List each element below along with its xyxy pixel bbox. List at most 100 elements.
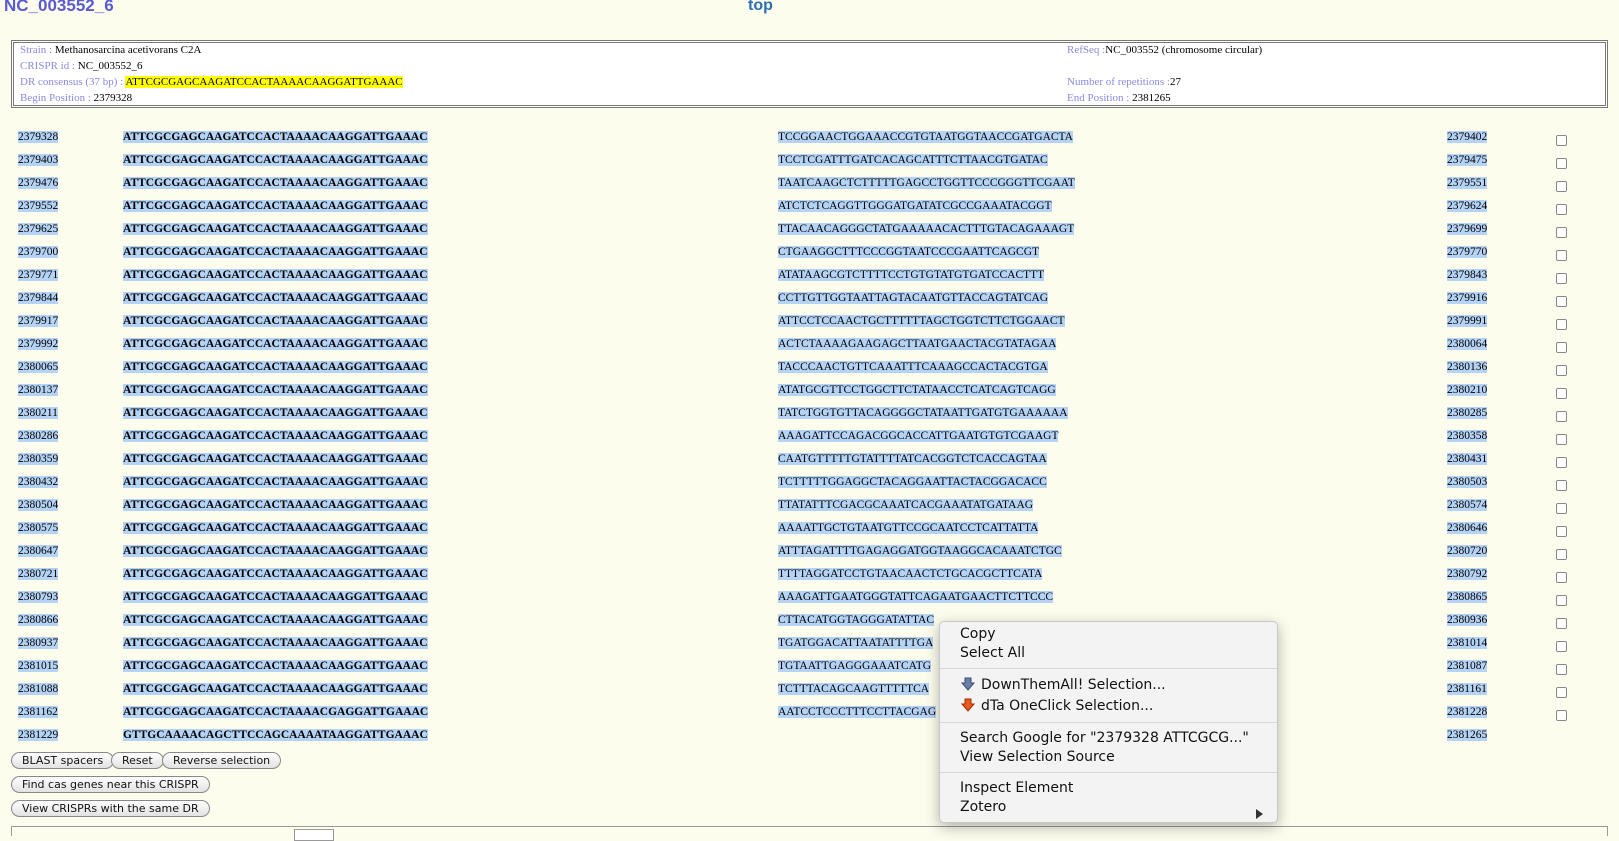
dr-sequence-cell: ATTCGCGAGCAAGATCCACTAAAACAAGGATTGAAAC (123, 154, 428, 166)
spacer-sequence-cell: TCTTTTTGGAGGCTACAGGAATTACTACGGACACC (778, 476, 1047, 488)
begin-position-cell: 2380937 (18, 637, 59, 649)
menu-item-search-google[interactable]: Search Google for "2379328 ATTCGCG..." (960, 730, 1249, 746)
table-row: 2379552 ATTCGCGAGCAAGATCCACTAAAACAAGGATTG… (0, 200, 1619, 223)
spacer-checkbox[interactable] (1556, 135, 1567, 146)
downthemall-icon (961, 677, 975, 691)
table-row: 2380793 ATTCGCGAGCAAGATCCACTAAAACAAGGATTG… (0, 591, 1619, 614)
menu-item-downthemall[interactable]: DownThemAll! Selection... (961, 677, 1166, 693)
dr-consensus-value: ATTCGCGAGCAAGATCCACTAAAACAAGGATTGAAAC (125, 76, 403, 88)
menu-item-copy[interactable]: Copy (960, 626, 996, 642)
spacer-checkbox[interactable] (1556, 250, 1567, 261)
dr-sequence-cell: ATTCGCGAGCAAGATCCACTAAAACAAGGATTGAAAC (123, 177, 428, 189)
table-row: 2379403 ATTCGCGAGCAAGATCCACTAAAACAAGGATTG… (0, 154, 1619, 177)
crispr-id-title: NC_003552_6 (4, 0, 114, 15)
spacer-checkbox[interactable] (1556, 664, 1567, 675)
table-row: 2380937 ATTCGCGAGCAAGATCCACTAAAACAAGGATTG… (0, 637, 1619, 660)
begin-position-cell: 2380721 (18, 568, 59, 580)
begin-position-cell: 2380286 (18, 430, 59, 442)
spacer-checkbox[interactable] (1556, 158, 1567, 169)
repetitions-field: Number of repetitions :27 (1067, 76, 1181, 88)
crispr-id-value: NC_003552_6 (77, 60, 143, 72)
end-position-cell: 2381265 (1447, 729, 1488, 741)
spacer-checkbox[interactable] (1556, 457, 1567, 468)
begin-position-label: Begin Position : (20, 92, 91, 104)
top-link[interactable]: top (748, 0, 773, 15)
spacer-sequence-cell: ACTCTAAAAGAAGAGCTTAATGAACTACGTATAGAA (778, 338, 1057, 350)
spacer-checkbox[interactable] (1556, 480, 1567, 491)
strain-label: Strain : (20, 44, 53, 56)
spacer-checkbox[interactable] (1556, 227, 1567, 238)
spacer-checkbox[interactable] (1556, 319, 1567, 330)
spacer-checkbox[interactable] (1556, 503, 1567, 514)
end-position-cell: 2379624 (1447, 200, 1488, 212)
spacer-sequence-cell: CCTTGTTGGTAATTAGTACAATGTTACCAGTATCAG (778, 292, 1049, 304)
end-position-value: 2381265 (1132, 92, 1171, 104)
crispr-id-label: CRISPR id : (20, 60, 76, 72)
end-position-cell: 2381014 (1447, 637, 1488, 649)
spacer-sequence-cell: TACCCAACTGTTCAAATTTCAAAGCCACTACGTGA (778, 361, 1048, 373)
find-cas-genes-button[interactable]: Find cas genes near this CRISPR (11, 776, 210, 793)
spacer-checkbox[interactable] (1556, 296, 1567, 307)
spacer-checkbox[interactable] (1556, 204, 1567, 215)
spacer-checkbox[interactable] (1556, 434, 1567, 445)
menu-item-select-all[interactable]: Select All (960, 645, 1025, 661)
spacer-checkbox[interactable] (1556, 342, 1567, 353)
spacer-checkbox[interactable] (1556, 618, 1567, 629)
table-row: 2380575 ATTCGCGAGCAAGATCCACTAAAACAAGGATTG… (0, 522, 1619, 545)
begin-position-cell: 2381229 (18, 729, 59, 741)
repetitions-value: 27 (1169, 76, 1181, 88)
refseq-value: NC_003552 (chromosome circular) (1105, 44, 1263, 56)
end-position-label: End Position : (1067, 92, 1130, 104)
menu-separator (940, 722, 1277, 723)
table-row: 2379917 ATTCGCGAGCAAGATCCACTAAAACAAGGATTG… (0, 315, 1619, 338)
spacer-sequence-cell: CTTACATGGTAGGGATATTAC (778, 614, 935, 626)
begin-position-cell: 2380432 (18, 476, 59, 488)
reverse-selection-button[interactable]: Reverse selection (162, 752, 282, 769)
end-position-cell: 2380431 (1447, 453, 1488, 465)
spacer-checkbox[interactable] (1556, 641, 1567, 652)
menu-separator (940, 772, 1277, 773)
spacer-checkbox[interactable] (1556, 411, 1567, 422)
dr-sequence-cell: ATTCGCGAGCAAGATCCACTAAAACAAGGATTGAAAC (123, 660, 428, 672)
menu-item-zotero[interactable]: Zotero (960, 799, 1006, 815)
spacer-sequence-cell: TTACAACAGGGCTATGAAAAACACTTTGTACAGAAAGT (778, 223, 1075, 235)
reset-button[interactable]: Reset (111, 752, 164, 769)
spacer-checkbox[interactable] (1556, 273, 1567, 284)
begin-position-cell: 2380211 (18, 407, 58, 419)
dr-sequence-cell: ATTCGCGAGCAAGATCCACTAAAACAAGGATTGAAAC (123, 407, 428, 419)
spacer-sequence-cell: TGTAATTGAGGGAAATCATG (778, 660, 932, 672)
spacer-sequence-cell: ATATAAGCGTCTTTTCCTGTGTATGTGATCCACTTT (778, 269, 1045, 281)
dta-oneclick-icon (961, 698, 975, 712)
spacer-checkbox[interactable] (1556, 181, 1567, 192)
menu-item-inspect-element[interactable]: Inspect Element (960, 780, 1073, 796)
bottom-panel-control[interactable] (294, 829, 334, 841)
spacer-checkbox[interactable] (1556, 388, 1567, 399)
menu-item-dta-oneclick[interactable]: dTa OneClick Selection... (961, 698, 1153, 714)
end-position-cell: 2379551 (1447, 177, 1488, 189)
spacer-checkbox[interactable] (1556, 710, 1567, 721)
dr-sequence-cell: ATTCGCGAGCAAGATCCACTAAAACAAGGATTGAAAC (123, 568, 428, 580)
dr-sequence-cell: ATTCGCGAGCAAGATCCACTAAAACAAGGATTGAAAC (123, 384, 428, 396)
table-row: 2379700 ATTCGCGAGCAAGATCCACTAAAACAAGGATTG… (0, 246, 1619, 269)
spacer-sequence-cell: TTATATTTCGACGCAAATCACGAAATATGATAAG (778, 499, 1034, 511)
table-row: 2380721 ATTCGCGAGCAAGATCCACTAAAACAAGGATTG… (0, 568, 1619, 591)
spacer-checkbox[interactable] (1556, 572, 1567, 583)
spacer-checkbox[interactable] (1556, 526, 1567, 537)
spacer-checkbox[interactable] (1556, 549, 1567, 560)
view-same-dr-button[interactable]: View CRISPRs with the same DR (11, 800, 210, 817)
dr-sequence-cell: ATTCGCGAGCAAGATCCACTAAAACAAGGATTGAAAC (123, 522, 428, 534)
spacer-checkbox[interactable] (1556, 687, 1567, 698)
blast-spacers-button[interactable]: BLAST spacers (11, 752, 115, 769)
end-position-cell: 2380574 (1447, 499, 1488, 511)
begin-position-cell: 2379403 (18, 154, 59, 166)
begin-position-cell: 2379771 (18, 269, 59, 281)
end-position-cell: 2379699 (1447, 223, 1488, 235)
table-row: 2380359 ATTCGCGAGCAAGATCCACTAAAACAAGGATTG… (0, 453, 1619, 476)
spacer-checkbox[interactable] (1556, 595, 1567, 606)
spacer-checkbox[interactable] (1556, 365, 1567, 376)
menu-item-view-selection-source[interactable]: View Selection Source (960, 749, 1115, 765)
spacer-sequence-cell: TCCTCGATTTGATCACAGCATTTCTTAACGTGATAC (778, 154, 1048, 166)
spacer-sequence-cell: ATCTCTCAGGTTGGGATGATATCGCCGAAATACGGT (778, 200, 1052, 212)
table-row: 2380211 ATTCGCGAGCAAGATCCACTAAAACAAGGATTG… (0, 407, 1619, 430)
table-row: 2380647 ATTCGCGAGCAAGATCCACTAAAACAAGGATTG… (0, 545, 1619, 568)
